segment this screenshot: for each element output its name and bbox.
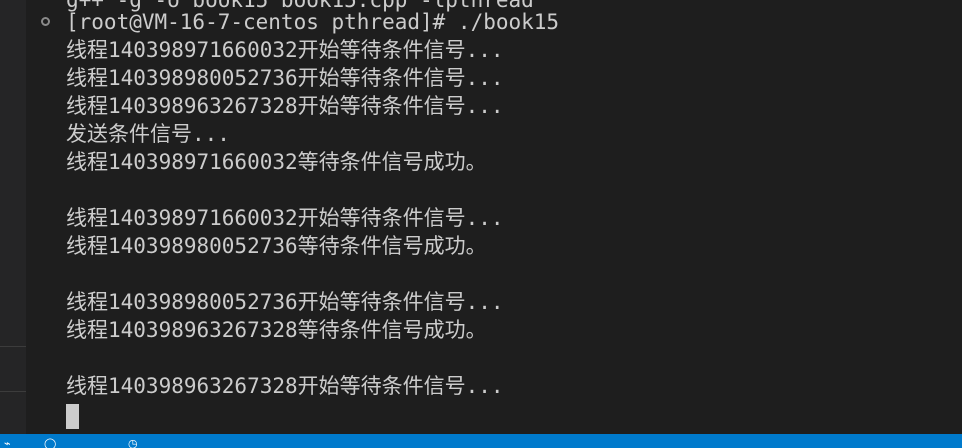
terminal-panel[interactable]: g++ -g -o book15 book15.cpp -lpthread [r… — [26, 0, 962, 434]
terminal-line: 线程140398963267328等待条件信号成功。 — [66, 318, 487, 342]
panel-divider — [0, 346, 26, 347]
panel-divider — [0, 391, 26, 392]
status-bar: ⌁ ◯ ◷ — [0, 434, 962, 448]
clock-icon[interactable]: ◷ — [128, 434, 138, 448]
warning-icon[interactable]: ◯ — [44, 434, 56, 448]
terminal-prompt-line: [root@VM-16-7-centos pthread]# ./book15 — [66, 10, 560, 34]
terminal-line: 发送条件信号... — [66, 122, 230, 146]
terminal-line: 线程140398963267328开始等待条件信号... — [66, 94, 504, 118]
side-panel-edge[interactable] — [0, 0, 26, 434]
terminal-line: 线程140398980052736开始等待条件信号... — [66, 290, 504, 314]
terminal-line: 线程140398980052736等待条件信号成功。 — [66, 234, 487, 258]
terminal-line: 线程140398963267328开始等待条件信号... — [66, 374, 504, 398]
terminal-line: 线程140398971660032开始等待条件信号... — [66, 38, 504, 62]
terminal-line: 线程140398980052736开始等待条件信号... — [66, 66, 504, 90]
vscode-window: g++ -g -o book15 book15.cpp -lpthread [r… — [0, 0, 962, 448]
command-decoration-icon[interactable] — [41, 17, 50, 26]
remote-icon[interactable]: ⌁ — [4, 434, 11, 448]
terminal-cursor — [66, 404, 79, 429]
terminal-line: 线程140398971660032开始等待条件信号... — [66, 206, 504, 230]
terminal-line: 线程140398971660032等待条件信号成功。 — [66, 150, 487, 174]
